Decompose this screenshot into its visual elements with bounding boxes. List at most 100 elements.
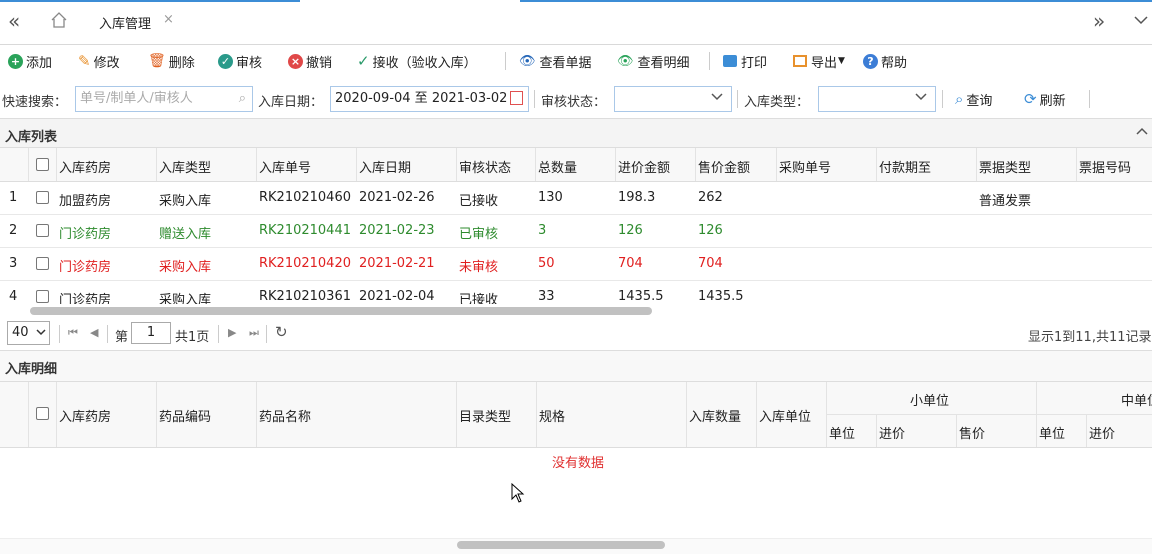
column-header[interactable]: 付款期至	[879, 157, 931, 176]
column-header[interactable]: 单位	[1039, 423, 1065, 442]
view-detail-button[interactable]: 👁 查看明细	[617, 46, 690, 76]
table-row[interactable]: 2 门诊药房 赠送入库 RK210210441 2021-02-23 已审核 3 126 126	[0, 214, 1152, 248]
view-document-button[interactable]: 👁 查看单据	[519, 46, 592, 76]
tab-label[interactable]: 入库管理	[99, 13, 151, 32]
close-icon[interactable]: ×	[163, 12, 174, 27]
column-header[interactable]: 进价金额	[618, 157, 670, 176]
column-divider	[156, 382, 157, 447]
printer-icon	[723, 55, 737, 67]
column-header[interactable]: 目录类型	[459, 406, 511, 425]
home-icon[interactable]	[50, 11, 68, 33]
column-header[interactable]: 售价	[959, 423, 985, 442]
delete-button[interactable]: 🗑 删除	[148, 46, 195, 76]
column-divider	[756, 382, 757, 447]
column-header[interactable]: 进价	[879, 423, 905, 442]
column-header[interactable]: 入库数量	[689, 406, 741, 425]
column-divider	[826, 382, 827, 447]
collapse-icon[interactable]	[1136, 125, 1148, 140]
calendar-icon[interactable]	[510, 91, 523, 105]
column-divider	[456, 382, 457, 447]
column-header[interactable]: 药品编码	[159, 406, 211, 425]
table-row[interactable]: 4 门诊药房 采购入库 RK210210361 2021-02-04 已接收 33 1435.…	[0, 280, 1152, 304]
column-divider	[1086, 414, 1087, 447]
magnifier-icon: ⌕	[955, 90, 964, 108]
row-number: 1	[9, 190, 18, 205]
trash-icon: 🗑	[148, 53, 166, 69]
detail-horizontal-scrollbar[interactable]	[457, 541, 665, 549]
table-cell: 采购入库	[159, 293, 212, 304]
table-row[interactable]: 1 加盟药房 采购入库 RK210210460 2021-02-26 已接收 130 198.…	[0, 181, 1152, 215]
query-button[interactable]: ⌕ 查询	[955, 84, 992, 114]
column-header[interactable]: 入库单号	[259, 157, 311, 176]
detail-select-all-checkbox[interactable]	[36, 407, 49, 420]
row-checkbox[interactable]	[36, 191, 49, 204]
audit-status-select[interactable]	[614, 86, 732, 112]
page-prefix: 第	[115, 330, 129, 345]
first-page-icon[interactable]: ⏮	[68, 326, 78, 340]
mouse-cursor-icon	[511, 482, 525, 507]
chevron-down-icon[interactable]	[1133, 14, 1149, 30]
refresh-button[interactable]: ⟳ 刷新	[1024, 84, 1066, 114]
table-cell: 262	[698, 190, 723, 205]
group-header-mid-unit: 中单位	[1121, 394, 1152, 409]
page-size-select[interactable]: 40	[7, 321, 50, 345]
audit-button[interactable]: ✓ 审核	[218, 46, 262, 76]
row-checkbox[interactable]	[36, 290, 49, 303]
column-header[interactable]: 药品名称	[259, 406, 311, 425]
print-button[interactable]: 打印	[723, 46, 767, 76]
column-header[interactable]: 入库药房	[59, 157, 111, 176]
next-page-icon[interactable]: ▶	[228, 326, 236, 339]
column-header[interactable]: 入库药房	[59, 406, 111, 425]
page-number-input[interactable]: 1	[131, 322, 171, 344]
table-row[interactable]: 3 门诊药房 采购入库 RK210210420 2021-02-21 未审核 50 704 70…	[0, 247, 1152, 281]
table-cell: 未审核	[459, 260, 499, 275]
column-divider	[956, 414, 957, 447]
column-header[interactable]: 售价金额	[698, 157, 750, 176]
edit-button[interactable]: ✎ 修改	[78, 46, 120, 76]
select-all-checkbox[interactable]	[36, 158, 49, 171]
row-number: 2	[9, 223, 18, 238]
column-header[interactable]: 入库单位	[759, 406, 811, 425]
table-cell: 1435.5	[618, 289, 664, 304]
row-checkbox[interactable]	[36, 224, 49, 237]
column-header[interactable]: 入库类型	[159, 157, 211, 176]
list-panel-header: 入库列表	[0, 118, 1152, 148]
reload-icon[interactable]: ↻	[275, 323, 288, 341]
list-panel-title: 入库列表	[5, 130, 58, 145]
column-header[interactable]: 单位	[829, 423, 855, 442]
column-header[interactable]: 票据号码	[1079, 157, 1131, 176]
double-right-icon[interactable]: »	[1093, 9, 1105, 33]
help-button[interactable]: ? 帮助	[863, 46, 907, 76]
list-horizontal-scrollbar[interactable]	[30, 307, 652, 315]
table-cell: RK210210361	[259, 289, 351, 304]
toolbar-divider	[709, 52, 710, 70]
column-header[interactable]: 总数量	[538, 157, 577, 176]
quick-search-input[interactable]: 单号/制单人/审核人 ⌕	[75, 86, 253, 112]
check-circle-icon: ✓	[218, 53, 233, 69]
detail-panel-header: 入库明细	[0, 350, 1152, 382]
prev-page-icon[interactable]: ◀	[90, 326, 98, 339]
table-cell: 采购入库	[159, 260, 212, 275]
column-header[interactable]: 采购单号	[779, 157, 831, 176]
column-header[interactable]: 审核状态	[459, 157, 511, 176]
refresh-icon: ⟳	[1024, 90, 1037, 108]
export-button[interactable]: 导出 ▼	[793, 46, 845, 76]
table-cell: 已接收	[459, 194, 499, 209]
column-header[interactable]: 入库日期	[359, 157, 411, 176]
receive-label: 接收（验收入库）	[372, 55, 477, 71]
column-divider	[56, 148, 57, 181]
revoke-button[interactable]: × 撤销	[288, 46, 332, 76]
double-left-icon[interactable]: «	[8, 9, 20, 33]
row-checkbox[interactable]	[36, 257, 49, 270]
date-range-input[interactable]: 2020-09-04 至 2021-03-02	[330, 86, 529, 112]
receive-button[interactable]: ✓ 接收（验收入库）	[357, 46, 477, 76]
refresh-label: 刷新	[1039, 93, 1066, 109]
row-number: 3	[9, 256, 18, 271]
last-page-icon[interactable]: ⏭	[249, 326, 259, 340]
column-divider	[535, 148, 536, 181]
column-header[interactable]: 票据类型	[979, 157, 1031, 176]
add-button[interactable]: + 添加	[8, 46, 52, 76]
type-select[interactable]	[818, 86, 936, 112]
column-header[interactable]: 进价	[1089, 423, 1115, 442]
column-header[interactable]: 规格	[539, 406, 565, 425]
